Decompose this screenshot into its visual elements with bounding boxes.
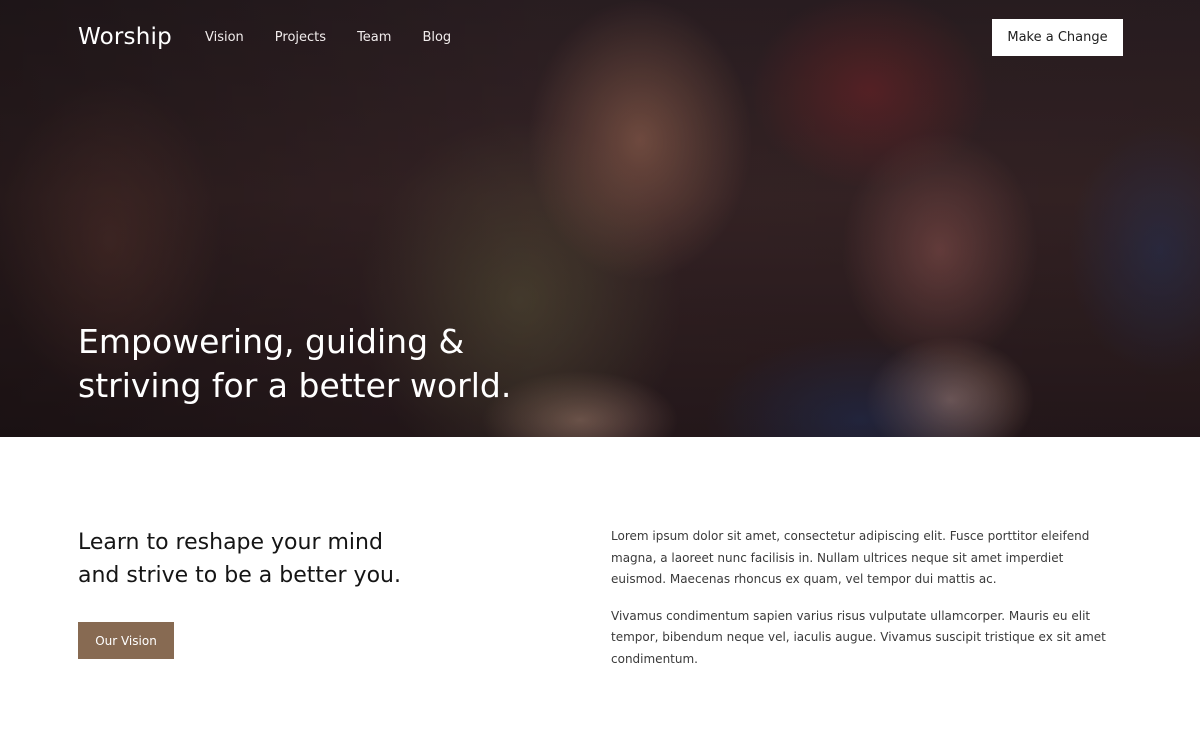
hero-section: Worship Vision Projects Team Blog Make a… [0, 0, 1200, 437]
intro-paragraph-1: Lorem ipsum dolor sit amet, consectetur … [611, 529, 1090, 586]
make-a-change-button[interactable]: Make a Change [992, 19, 1123, 56]
nav-link-projects[interactable]: Projects [275, 30, 326, 45]
nav-link-blog[interactable]: Blog [422, 30, 451, 45]
hero-headline-line-1: Empowering, guiding & [78, 322, 465, 361]
nav-link-vision[interactable]: Vision [205, 30, 244, 45]
hero-headline-line-2: striving for a better world. [78, 366, 512, 405]
intro-heading-line-1: Learn to reshape your mind [78, 530, 383, 555]
intro-section: Learn to reshape your mind and strive to… [0, 437, 1200, 750]
our-vision-button[interactable]: Our Vision [78, 622, 174, 659]
top-navigation: Worship Vision Projects Team Blog Make a… [0, 0, 1200, 76]
intro-heading: Learn to reshape your mind and strive to… [78, 526, 498, 592]
nav-link-team[interactable]: Team [357, 30, 391, 45]
intro-heading-line-2: and strive to be a better you. [78, 563, 401, 588]
hero-headline: Empowering, guiding & striving for a bet… [78, 320, 598, 408]
brand-logo[interactable]: Worship [78, 24, 172, 50]
nav-links: Vision Projects Team Blog [205, 30, 482, 45]
intro-body: Lorem ipsum dolor sit amet, consectetur … [611, 526, 1121, 685]
intro-paragraph-2: Vivamus condimentum sapien varius risus … [611, 608, 1106, 666]
